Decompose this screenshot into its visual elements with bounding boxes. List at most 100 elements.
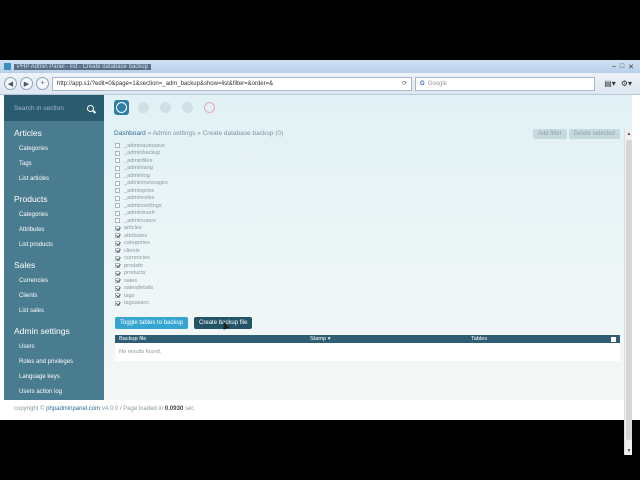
- page-scrollbar[interactable]: ▲ ▼: [624, 130, 632, 455]
- sidebar-search-input[interactable]: Search in section: [14, 105, 64, 112]
- table-checkbox[interactable]: [115, 293, 120, 299]
- table-checkbox[interactable]: [115, 158, 120, 164]
- table-checkbox-row[interactable]: tags: [115, 292, 168, 300]
- sidebar-item[interactable]: Attributes: [4, 223, 104, 238]
- sidebar-item[interactable]: Users: [4, 340, 104, 355]
- sidebar: Search in section Articles Categories Tags…: [4, 95, 104, 400]
- table-checkbox[interactable]: [115, 270, 120, 276]
- sidebar-item[interactable]: Users action log: [4, 385, 104, 400]
- page-menu-icon[interactable]: ▤▾: [604, 79, 616, 88]
- table-checkbox-row[interactable]: _adminlog: [115, 172, 168, 180]
- table-checkbox-row[interactable]: prodattr: [115, 262, 168, 270]
- user-icon[interactable]: [158, 100, 173, 115]
- table-checkbox-row[interactable]: _adminusers: [115, 217, 168, 225]
- sidebar-item[interactable]: Clients: [4, 289, 104, 304]
- delete-selected-button[interactable]: Delete selected: [568, 129, 620, 139]
- table-checkbox-row[interactable]: _adminfiles: [115, 157, 168, 165]
- table-checkbox[interactable]: [115, 233, 120, 239]
- tools-menu-icon[interactable]: ⚙▾: [621, 79, 632, 88]
- title-bar: PHP Admin Panel - list - Create database…: [0, 60, 640, 73]
- window-title: PHP Admin Panel - list - Create database…: [14, 63, 151, 70]
- breadcrumb-admin-settings[interactable]: Admin settings: [153, 130, 196, 137]
- address-bar[interactable]: http://app.s1/?edit=0&page=1&section=_ad…: [52, 76, 412, 91]
- logout-icon[interactable]: [202, 100, 217, 115]
- minimize-button[interactable]: –: [612, 63, 616, 71]
- table-checkbox[interactable]: [115, 218, 120, 224]
- table-checkbox-row[interactable]: _adminmessages: [115, 180, 168, 188]
- sidebar-item[interactable]: List products: [4, 238, 104, 253]
- sidebar-section-title[interactable]: Admin settings: [4, 319, 104, 340]
- scroll-up-icon[interactable]: ▲: [626, 131, 632, 137]
- table-checkbox-row[interactable]: currencies: [115, 255, 168, 263]
- sidebar-item[interactable]: List sales: [4, 304, 104, 319]
- table-checkbox[interactable]: [115, 203, 120, 209]
- table-checkbox-row[interactable]: _adminbackup: [115, 150, 168, 158]
- sidebar-item[interactable]: Categories: [4, 142, 104, 157]
- table-checkbox[interactable]: [115, 248, 120, 254]
- table-checkbox-row[interactable]: salesdetails: [115, 285, 168, 293]
- scroll-thumb[interactable]: [626, 140, 632, 440]
- breadcrumb-separator: »: [147, 130, 152, 137]
- breadcrumb-dashboard[interactable]: Dashboard: [114, 130, 146, 137]
- table-name-label: _adminroles: [124, 195, 155, 202]
- table-checkbox[interactable]: [115, 143, 120, 149]
- power-icon[interactable]: [114, 100, 129, 115]
- table-checkbox-row[interactable]: _adminprivs: [115, 187, 168, 195]
- col-backup-file[interactable]: Backup file: [119, 336, 146, 342]
- table-checkbox-row[interactable]: tagsassoc: [115, 300, 168, 308]
- table-checkbox[interactable]: [115, 210, 120, 216]
- table-checkbox-row[interactable]: _adminlang: [115, 165, 168, 173]
- table-checkbox[interactable]: [115, 165, 120, 171]
- sidebar-section-title[interactable]: Products: [4, 187, 104, 208]
- sidebar-search[interactable]: Search in section: [4, 95, 104, 121]
- browser-search-input[interactable]: G Google: [415, 76, 595, 91]
- sidebar-item[interactable]: Tags: [4, 157, 104, 172]
- sidebar-item[interactable]: Categories: [4, 208, 104, 223]
- table-checkbox[interactable]: [115, 150, 120, 156]
- table-checkbox-row[interactable]: _adminautosave: [115, 142, 168, 150]
- new-tab-button[interactable]: +: [36, 77, 49, 90]
- close-button[interactable]: ✕: [628, 63, 634, 71]
- table-checkbox[interactable]: [115, 188, 120, 194]
- table-checkbox[interactable]: [115, 300, 120, 306]
- mail-icon[interactable]: [180, 100, 195, 115]
- table-checkbox-row[interactable]: sales: [115, 277, 168, 285]
- table-checkbox[interactable]: [115, 240, 120, 246]
- table-checkbox[interactable]: [115, 195, 120, 201]
- sidebar-section-title[interactable]: Articles: [4, 121, 104, 142]
- table-checkbox-row[interactable]: _admintrash: [115, 210, 168, 218]
- table-checkbox-row[interactable]: _adminsettings: [115, 202, 168, 210]
- table-checkbox[interactable]: [115, 255, 120, 261]
- refresh-icon[interactable]: ⟳: [402, 80, 407, 87]
- table-checkbox-row[interactable]: products: [115, 270, 168, 278]
- table-checkbox-row[interactable]: clients: [115, 247, 168, 255]
- table-checkbox-row[interactable]: attributes: [115, 232, 168, 240]
- toggle-tables-button[interactable]: Toggle tables to backup: [115, 317, 189, 329]
- col-tables[interactable]: Tables: [471, 336, 487, 342]
- table-checkbox-row[interactable]: categories: [115, 240, 168, 248]
- sidebar-item[interactable]: Roles and privileges: [4, 355, 104, 370]
- sidebar-item[interactable]: Language keys: [4, 370, 104, 385]
- add-filter-button[interactable]: Add filter: [532, 129, 567, 139]
- table-checkbox[interactable]: [115, 285, 120, 291]
- table-checkbox[interactable]: [115, 173, 120, 179]
- col-stamp[interactable]: Stamp ▾: [310, 336, 331, 342]
- select-all-checkbox[interactable]: [611, 336, 616, 342]
- table-checkbox[interactable]: [115, 180, 120, 186]
- scroll-down-icon[interactable]: ▼: [626, 448, 632, 454]
- search-icon[interactable]: [87, 104, 94, 112]
- breadcrumb-current: Create database backup (0): [202, 130, 284, 137]
- sidebar-item[interactable]: List articles: [4, 172, 104, 187]
- table-checkbox[interactable]: [115, 225, 120, 231]
- forward-button[interactable]: ▶: [20, 77, 33, 90]
- table-checkbox[interactable]: [115, 263, 120, 269]
- sidebar-item[interactable]: Currencies: [4, 274, 104, 289]
- sidebar-section-title[interactable]: Sales: [4, 253, 104, 274]
- dashboard-icon[interactable]: [136, 100, 151, 115]
- table-checkbox[interactable]: [115, 278, 120, 284]
- table-checkbox-row[interactable]: articles: [115, 225, 168, 233]
- back-button[interactable]: ◀: [4, 77, 17, 90]
- footer-site-link[interactable]: phpadminpanel.com: [46, 406, 100, 412]
- maximize-button[interactable]: □: [620, 63, 624, 71]
- table-checkbox-row[interactable]: _adminroles: [115, 195, 168, 203]
